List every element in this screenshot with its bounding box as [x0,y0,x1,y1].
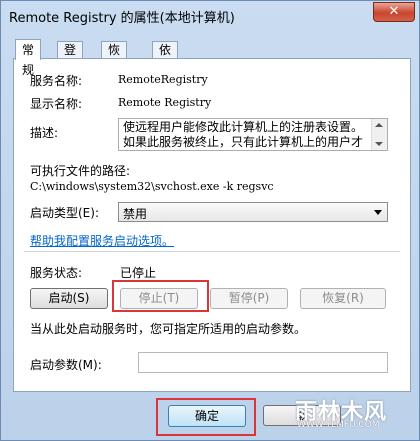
scroll-up-icon[interactable] [375,123,383,127]
tab-dependencies[interactable]: 依存关系 [152,41,179,108]
scroll-down-icon[interactable] [375,142,383,146]
service-name-value: RemoteRegistry [118,73,208,86]
exe-path-label: 可执行文件的路径: [30,164,131,178]
description-text: 使远程用户能修改此计算机上的注册表设置。如果此服务被终止，只有此计算机上的用户才 [123,120,364,149]
service-status-value: 已停止 [120,266,157,280]
divider [24,251,400,252]
startup-type-label: 启动类型(E): [30,206,99,220]
pause-button[interactable]: 暂停(P) [210,288,288,309]
description-box[interactable]: 使远程用户能修改此计算机上的注册表设置。如果此服务被终止，只有此计算机上的用户才 [118,118,388,151]
startup-params-input[interactable] [138,352,388,373]
startup-type-value: 禁用 [123,207,148,221]
tab-logon[interactable]: 登录 [57,41,84,74]
startup-type-select[interactable]: 禁用 [118,202,388,222]
display-name-label: 显示名称: [30,97,83,111]
stop-button-highlight [112,280,209,312]
description-label: 描述: [30,126,59,140]
tab-general[interactable]: 常规 [15,39,42,77]
close-button[interactable]: ✕ [373,2,415,22]
properties-dialog: Remote Registry 的属性(本地计算机) ✕ 常规 登录 恢复 依存… [0,0,420,441]
help-configure-link[interactable]: 帮助我配置服务启动选项。 [30,232,174,249]
ok-button[interactable]: 确定 [168,405,246,427]
service-name-label: 服务名称: [30,74,83,88]
description-scrollbar[interactable] [371,119,387,150]
window-title: Remote Registry 的属性(本地计算机) [9,11,235,26]
chevron-down-icon [374,210,382,215]
service-status-label: 服务状态: [30,266,83,280]
watermark-url: WWW.YLMFU.COM [297,420,380,430]
display-name-value: Remote Registry [118,96,212,109]
startup-params-hint: 当从此处启动服务时，您可指定所适用的启动参数。 [30,322,307,336]
startup-params-label: 启动参数(M): [30,358,102,372]
exe-path-value: C:\windows\system32\svchost.exe -k regsv… [30,180,274,193]
start-button[interactable]: 启动(S) [30,288,108,309]
title-bar: Remote Registry 的属性(本地计算机) ✕ [1,1,420,31]
tab-recovery[interactable]: 恢复 [101,41,128,74]
watermark-logo: 雨林木风 WWW.YLMFU.COM [295,394,413,434]
general-tab-panel: 服务名称: RemoteRegistry 显示名称: Remote Regist… [13,58,411,392]
resume-button[interactable]: 恢复(R) [300,288,386,309]
close-icon: ✕ [388,4,400,19]
